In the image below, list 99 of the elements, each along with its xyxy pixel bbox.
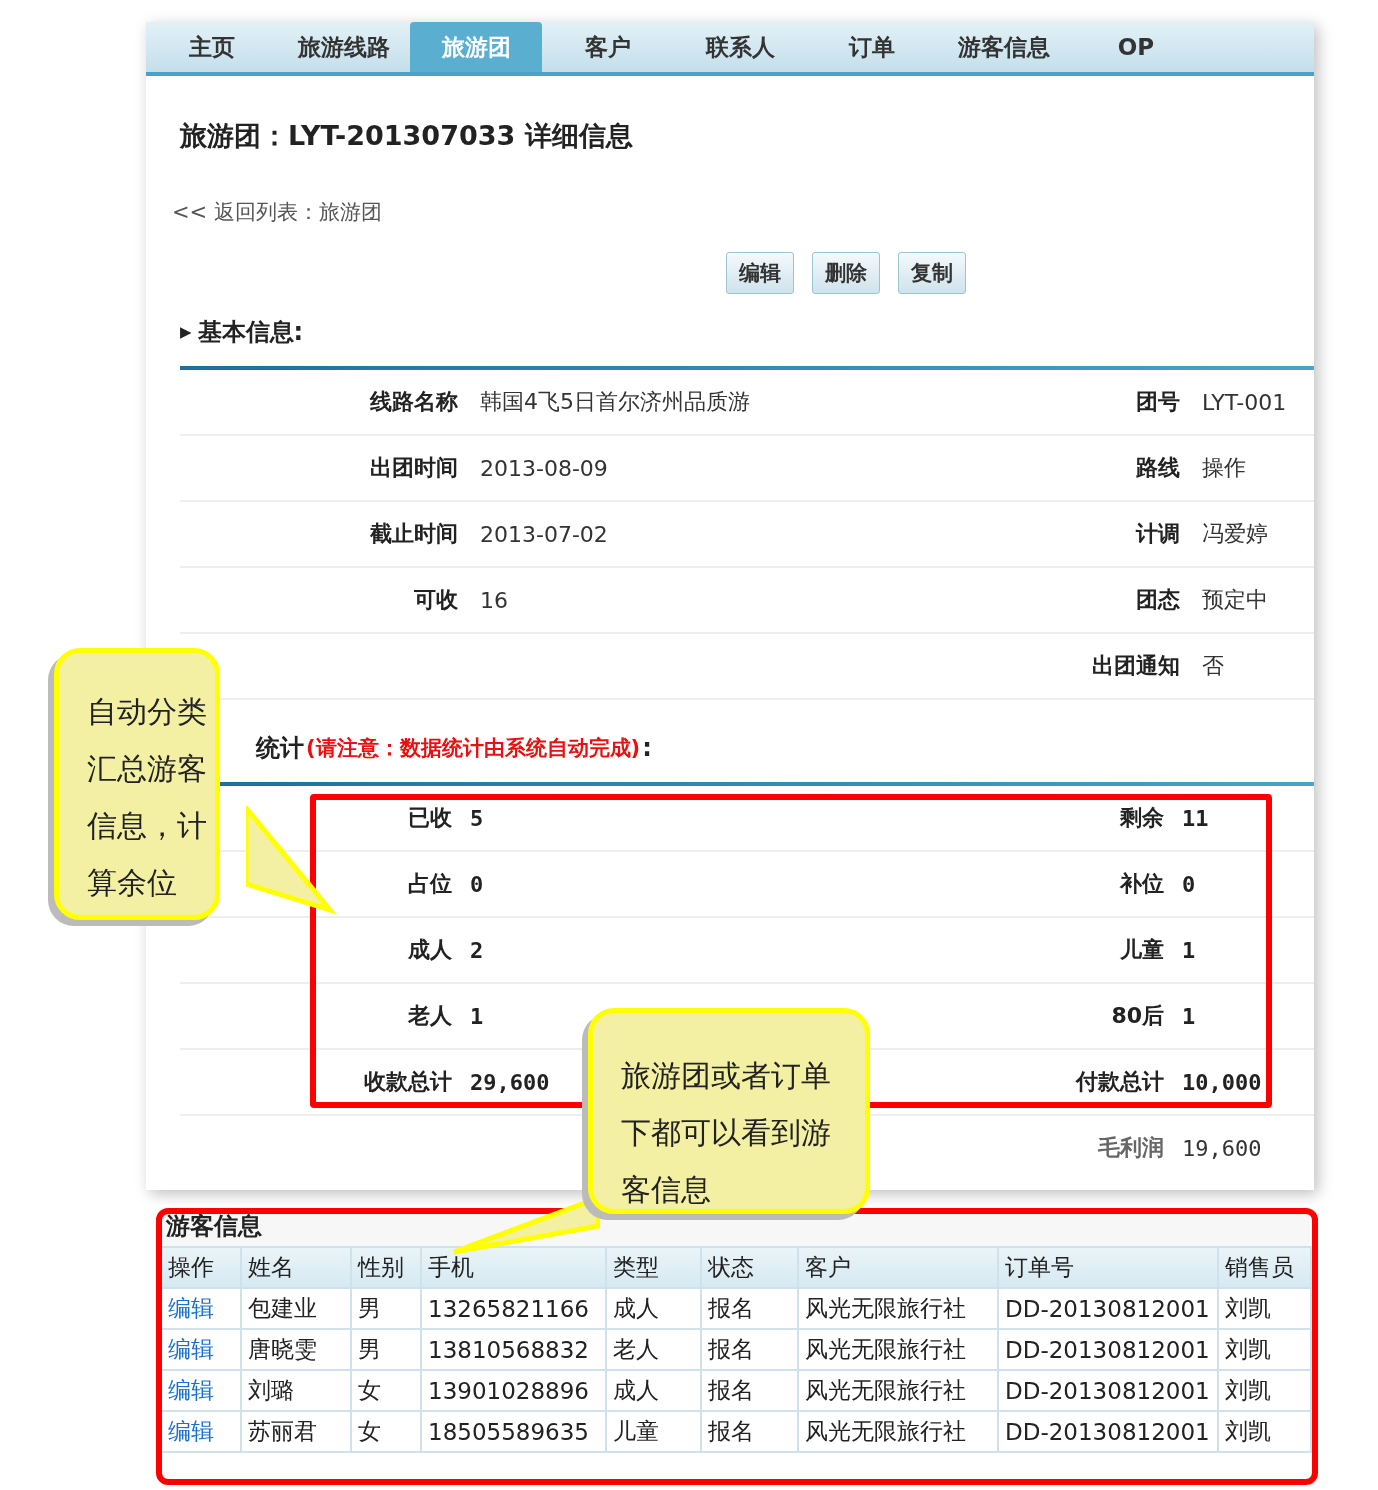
stat-value: 1: [1182, 1003, 1196, 1029]
table-cell: 刘凯: [1225, 1295, 1271, 1321]
stat-label: 已收: [408, 804, 452, 832]
stat-value: 0: [1182, 871, 1196, 897]
action-button[interactable]: 复制: [898, 252, 966, 294]
field-label: 出团通知: [1092, 652, 1180, 680]
stat-value: 11: [1182, 805, 1209, 831]
table-cell: 刘璐: [248, 1377, 294, 1403]
table-cell: 苏丽君: [248, 1418, 317, 1444]
stat-value: 29,600: [470, 1069, 550, 1095]
nav-tab[interactable]: 游客信息: [938, 22, 1070, 72]
table-cell: 报名: [708, 1418, 754, 1444]
column-header: 操作: [161, 1247, 241, 1288]
table-cell: 女: [358, 1418, 381, 1444]
table-title: 游客信息: [165, 1211, 263, 1242]
stat-label: 80后: [1111, 1002, 1164, 1030]
stat-label: 占位: [408, 870, 452, 898]
notice-text: (请注意：数据统计由系统自动完成): [306, 735, 641, 762]
table-cell: 刘凯: [1225, 1377, 1271, 1403]
field-value: 2013-07-02: [480, 521, 608, 547]
stat-value: 10,000: [1182, 1069, 1262, 1095]
field-value: 2013-08-09: [480, 455, 608, 481]
column-header: 手机: [421, 1247, 606, 1288]
colon-text: :: [642, 734, 652, 762]
nav-tab[interactable]: 主页: [146, 22, 278, 72]
field-label: 线路名称: [370, 388, 458, 416]
stat-label: 成人: [408, 936, 452, 964]
stat-label: 老人: [408, 1002, 452, 1030]
section-heading: 基本信息:: [197, 317, 304, 348]
table-cell: 风光无限旅行社: [805, 1377, 966, 1403]
table-cell: 13810568832: [428, 1336, 589, 1363]
field-label: 路线: [1136, 454, 1180, 482]
stat-label: 儿童: [1120, 936, 1164, 964]
table-cell: DD-20130812001: [1005, 1295, 1210, 1322]
table-cell: 唐晓雯: [248, 1336, 317, 1362]
field-label: 计调: [1136, 520, 1180, 548]
stat-label: 收款总计: [364, 1068, 452, 1096]
table-cell: 包建业: [248, 1295, 317, 1321]
table-cell: 18505589635: [428, 1418, 589, 1445]
column-header: 类型: [606, 1247, 701, 1288]
back-link[interactable]: << 返回列表：旅游团: [172, 198, 1314, 226]
table-cell: 男: [358, 1336, 381, 1362]
stat-label: 补位: [1120, 870, 1164, 898]
nav-tab[interactable]: 订单: [806, 22, 938, 72]
table-cell: 女: [358, 1377, 381, 1403]
action-button[interactable]: 编辑: [726, 252, 794, 294]
field-value: 预定中: [1202, 586, 1268, 614]
stat-value: 1: [470, 1003, 484, 1029]
nav-tab[interactable]: 客户: [542, 22, 674, 72]
stat-label: 剩余: [1120, 804, 1164, 832]
stat-value: 0: [470, 871, 484, 897]
stat-value: 1: [1182, 937, 1196, 963]
field-value: 韩国4飞5日首尔济州品质游: [480, 388, 750, 416]
nav-tab[interactable]: OP: [1070, 22, 1202, 72]
stat-value: 19,600: [1182, 1135, 1262, 1161]
field-value: 冯爱婷: [1202, 520, 1268, 548]
table-cell: 老人: [613, 1336, 659, 1362]
nav-tab[interactable]: 旅游线路: [278, 22, 410, 72]
field-label: 出团时间: [370, 454, 458, 482]
table-cell: 13901028896: [428, 1377, 589, 1404]
column-header: 姓名: [241, 1247, 351, 1288]
table-cell: 13265821166: [428, 1295, 589, 1322]
field-value: 否: [1202, 652, 1224, 680]
field-value: 操作: [1202, 454, 1246, 482]
table-cell: 风光无限旅行社: [805, 1295, 966, 1321]
column-header: 状态: [701, 1247, 798, 1288]
table-cell: 成人: [613, 1295, 659, 1321]
table-cell: 成人: [613, 1377, 659, 1403]
field-value: LYT-001: [1202, 389, 1287, 415]
page-title: 旅游团：LYT-201307033 详细信息: [180, 119, 634, 153]
table-cell: 男: [358, 1295, 381, 1321]
table-cell: 刘凯: [1225, 1418, 1271, 1444]
triangle-icon: ▶: [180, 323, 192, 341]
table-cell: DD-20130812001: [1005, 1336, 1210, 1363]
column-header: 销售员: [1218, 1247, 1311, 1288]
field-label: 团号: [1136, 388, 1180, 416]
section-heading: 统计: [256, 733, 304, 764]
stat-label: 付款总计: [1076, 1068, 1164, 1096]
field-label: 团态: [1136, 586, 1180, 614]
table-cell: 儿童: [613, 1418, 659, 1444]
table-cell: 报名: [708, 1336, 754, 1362]
column-header: 订单号: [998, 1247, 1218, 1288]
table-cell: DD-20130812001: [1005, 1418, 1210, 1445]
table-cell: 风光无限旅行社: [805, 1336, 966, 1362]
table-cell: 风光无限旅行社: [805, 1418, 966, 1444]
field-value: 16: [480, 587, 508, 613]
table-cell: 刘凯: [1225, 1336, 1271, 1362]
stat-value: 2: [470, 937, 484, 963]
table-cell: DD-20130812001: [1005, 1377, 1210, 1404]
column-header: 客户: [798, 1247, 998, 1288]
column-header: 性别: [351, 1247, 421, 1288]
nav-tab[interactable]: 联系人: [674, 22, 806, 72]
table-cell: 报名: [708, 1377, 754, 1403]
stat-label: 毛利润: [1098, 1134, 1164, 1162]
table-cell: 报名: [708, 1295, 754, 1321]
stat-value: 5: [470, 805, 484, 831]
action-button[interactable]: 删除: [812, 252, 880, 294]
field-label: 可收: [414, 586, 458, 614]
field-label: 截止时间: [370, 520, 458, 548]
